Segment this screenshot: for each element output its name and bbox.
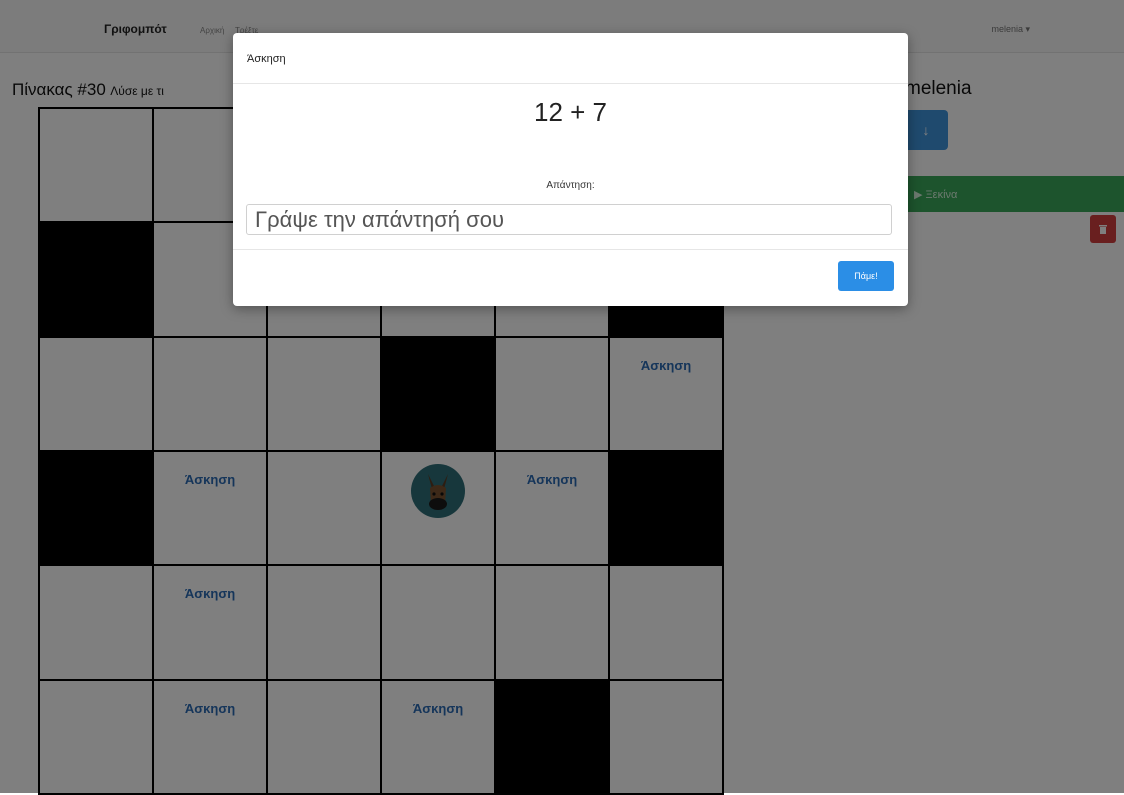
modal-title: Άσκηση [247,53,286,65]
submit-button[interactable]: Πάμε! [838,261,894,291]
exercise-modal: Άσκηση 12 + 7 Απάντηση: Πάμε! [233,33,908,306]
answer-input[interactable] [246,204,892,235]
answer-label: Απάντηση: [546,180,595,191]
modal-body: 12 + 7 Απάντηση: [233,84,908,250]
exercise-equation: 12 + 7 [533,97,607,127]
page: Γριφομπότ Αρχική Τρέξτε melenia ▾ Πίνακα… [0,0,1124,795]
modal-header: Άσκηση [233,33,908,84]
